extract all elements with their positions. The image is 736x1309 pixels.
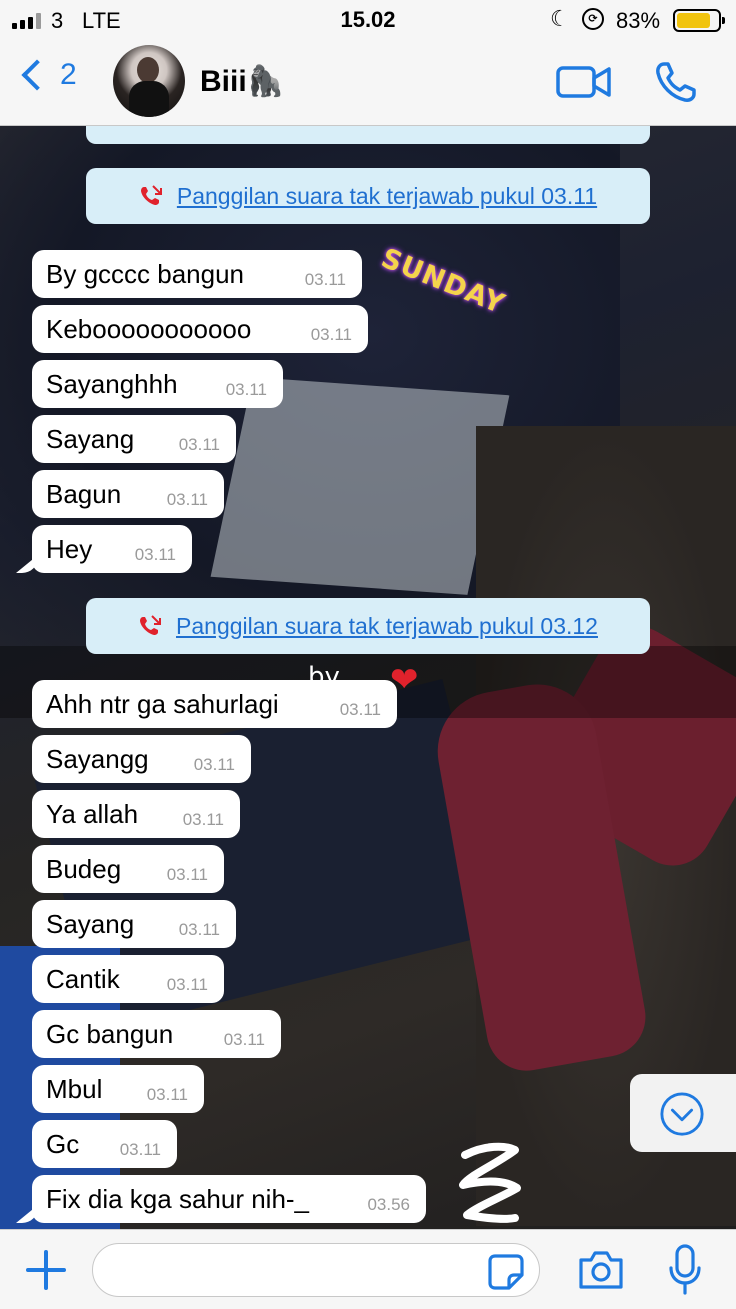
message-text: Fix dia kga sahur nih-_	[46, 1183, 310, 1214]
scroll-to-bottom-button[interactable]	[630, 1074, 736, 1152]
message-bubble[interactable]: Sayangg 03.11	[32, 735, 251, 783]
sticker-icon[interactable]	[487, 1253, 525, 1291]
message-time: 03.11	[146, 1085, 188, 1104]
message-time: 03.11	[134, 545, 176, 564]
message-time: 03.11	[166, 975, 208, 994]
system-message-partial	[86, 126, 650, 144]
missed-call-notice[interactable]: Panggilan suara tak terjawab pukul 03.11	[86, 168, 650, 224]
message-time: 03.11	[166, 865, 208, 884]
message-text: Gc	[46, 1128, 80, 1159]
missed-call-icon	[140, 615, 162, 635]
camera-icon[interactable]	[577, 1249, 625, 1291]
avatar[interactable]	[113, 45, 185, 117]
message-time: 03.11	[182, 810, 224, 829]
message-time: 03.11	[193, 755, 235, 774]
message-bubble[interactable]: Fix dia kga sahur nih-_ 03.56	[32, 1175, 426, 1223]
back-button[interactable]: 2	[12, 58, 77, 92]
message-time: 03.11	[310, 325, 352, 344]
voice-call-icon[interactable]	[654, 60, 698, 104]
message-time: 03.11	[119, 1140, 161, 1159]
chat-header: 2 Biii🦍	[0, 40, 736, 126]
message-bubble[interactable]: By gcccc bangun 03.11	[32, 250, 362, 298]
battery-level-fill	[677, 13, 711, 28]
message-time: 03.11	[223, 1030, 265, 1049]
message-text: Sayang	[46, 908, 135, 939]
message-bubble[interactable]: Hey 03.11	[32, 525, 192, 573]
message-text: Ya allah	[46, 798, 139, 829]
message-text: By gcccc bangun	[46, 258, 245, 289]
message-time: 03.11	[225, 380, 267, 399]
moon-icon: ☾	[550, 6, 570, 31]
message-text: Gc bangun	[46, 1018, 174, 1049]
missed-call-notice[interactable]: Panggilan suara tak terjawab pukul 03.12	[86, 598, 650, 654]
message-time: 03.11	[166, 490, 208, 509]
message-bubble[interactable]: Mbul 03.11	[32, 1065, 204, 1113]
message-bubble[interactable]: Kebooooooooooo 03.11	[32, 305, 368, 353]
video-call-icon[interactable]	[556, 62, 612, 102]
message-bubble[interactable]: Ya allah 03.11	[32, 790, 240, 838]
back-chevron-icon	[21, 59, 53, 91]
missed-call-label: Panggilan suara tak terjawab pukul 03.11	[176, 182, 598, 209]
message-time: 03.11	[178, 920, 220, 939]
message-bubble[interactable]: Sayanghhh 03.11	[32, 360, 283, 408]
message-time: 03.11	[178, 435, 220, 454]
message-time: 03.11	[339, 700, 381, 719]
message-bubble[interactable]: Ahh ntr ga sahurlagi 03.11	[32, 680, 397, 728]
status-bar: 3 LTE 15.02 ☾ ⟳ 83%	[0, 0, 736, 40]
message-time: 03.11	[304, 270, 346, 289]
message-text: Budeg	[46, 853, 122, 884]
contact-name[interactable]: Biii🦍	[200, 64, 284, 99]
battery-percent: 83%	[616, 8, 661, 33]
message-bubble[interactable]: Sayang 03.11	[32, 900, 236, 948]
composer-bar	[0, 1229, 736, 1309]
missed-call-label: Panggilan suara tak terjawab pukul 03.12	[176, 612, 598, 639]
message-bubble[interactable]: Gc 03.11	[32, 1120, 177, 1168]
unread-count: 2	[60, 58, 77, 91]
message-text: Sayang	[46, 423, 135, 454]
chevron-down-icon	[660, 1092, 704, 1136]
message-bubble[interactable]: Bagun 03.11	[32, 470, 224, 518]
message-input[interactable]	[92, 1243, 540, 1297]
message-bubble[interactable]: Budeg 03.11	[32, 845, 224, 893]
message-text: Sayanghhh	[46, 368, 178, 399]
scribble-sticker	[459, 1142, 521, 1223]
message-text: Kebooooooooooo	[46, 313, 252, 344]
message-list[interactable]: Panggilan suara tak terjawab pukul 03.11…	[0, 126, 736, 1229]
message-bubble[interactable]: Sayang 03.11	[32, 415, 236, 463]
message-text: Bagun	[46, 478, 122, 509]
message-time: 03.56	[367, 1195, 410, 1214]
message-text: Hey	[46, 533, 93, 564]
message-text: Ahh ntr ga sahurlagi	[46, 688, 279, 719]
message-bubble[interactable]: Cantik 03.11	[32, 955, 224, 1003]
missed-call-icon	[140, 185, 162, 205]
battery-icon	[673, 9, 725, 32]
message-bubble[interactable]: Gc bangun 03.11	[32, 1010, 281, 1058]
message-text: Mbul	[46, 1073, 103, 1104]
message-text: Sayangg	[46, 743, 149, 774]
rotation-lock-icon: ⟳	[582, 8, 604, 30]
microphone-icon[interactable]	[668, 1244, 702, 1296]
plus-icon[interactable]	[22, 1246, 70, 1294]
message-text: Cantik	[46, 963, 120, 994]
